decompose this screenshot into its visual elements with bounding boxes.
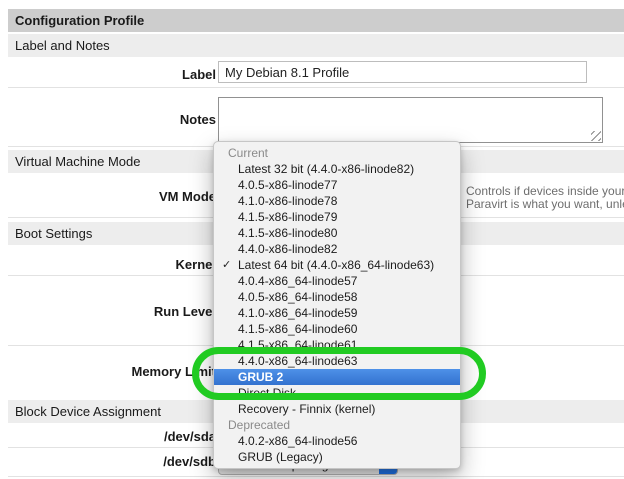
configuration-profile-page: { "header": { "title": "Configuration Pr… — [0, 0, 624, 479]
kernel-menu-item[interactable]: 4.1.5-x86-linode79 — [214, 209, 460, 225]
section-vm-mode-title: Virtual Machine Mode — [15, 154, 141, 169]
kernel-menu-item[interactable]: 4.1.0-x86-linode78 — [214, 193, 460, 209]
kernel-menu-item-label: 4.0.5-x86_64-linode58 — [238, 290, 357, 304]
label-field-label: Label — [0, 67, 216, 82]
kernel-menu-item-label: 4.1.5-x86-linode79 — [238, 210, 337, 224]
notes-textarea[interactable] — [218, 97, 603, 143]
kernel-menu-item[interactable]: 4.4.0-x86-linode82 — [214, 241, 460, 257]
kernel-menu-item[interactable]: Recovery - Finnix (kernel) — [214, 401, 460, 417]
kernel-menu-item[interactable]: GRUB 2 — [214, 369, 460, 385]
kernel-dropdown-menu: Current Latest 32 bit (4.4.0-x86-linode82… — [213, 141, 461, 469]
run-level-field-label: Run Level — [0, 304, 216, 319]
kernel-menu-item[interactable]: 4.1.5-x86-linode80 — [214, 225, 460, 241]
kernel-menu-item[interactable]: 4.1.0-x86_64-linode59 — [214, 305, 460, 321]
kernel-menu-item[interactable]: 4.0.4-x86_64-linode57 — [214, 273, 460, 289]
kernel-menu-item-label: 4.4.0-x86_64-linode63 — [238, 354, 357, 368]
kernel-menu-item[interactable]: ✓ Latest 64 bit (4.4.0-x86_64-linode63) — [214, 257, 460, 273]
vm-mode-help-line1: Controls if devices inside your — [466, 185, 624, 198]
kernel-menu-item[interactable]: 4.1.5-x86_64-linode60 — [214, 321, 460, 337]
kernel-menu-item-label: GRUB (Legacy) — [238, 450, 323, 464]
divider — [8, 87, 624, 88]
kernel-menu-item-label: Direct Disk — [238, 386, 296, 400]
kernel-menu-item[interactable]: 4.0.5-x86-linode77 — [214, 177, 460, 193]
section-block-device-assignment-title: Block Device Assignment — [15, 404, 161, 419]
kernel-menu-item[interactable]: 4.0.2-x86_64-linode56 — [214, 433, 460, 449]
kernel-menu-item[interactable]: 4.4.0-x86_64-linode63 — [214, 353, 460, 369]
dev-sdb-field-label: /dev/sdb — [0, 454, 216, 469]
resize-grip-icon[interactable] — [591, 131, 601, 141]
kernel-menu-item-label: Recovery - Finnix (kernel) — [238, 402, 375, 416]
kernel-menu-item-label: 4.1.5-x86-linode80 — [238, 226, 337, 240]
page-title-bar: Configuration Profile — [8, 9, 624, 32]
kernel-menu-item-label: 4.1.5-x86_64-linode61 — [238, 338, 357, 352]
vm-mode-help-text: Controls if devices inside your Paravirt… — [466, 185, 624, 210]
kernel-menu-item-label: 4.0.5-x86-linode77 — [238, 178, 337, 192]
kernel-menu-item[interactable]: Direct Disk — [214, 385, 460, 401]
kernel-field-label: Kernel — [0, 257, 216, 272]
kernel-menu-item[interactable]: 4.0.5-x86_64-linode58 — [214, 289, 460, 305]
kernel-menu-item-label: Latest 32 bit (4.4.0-x86-linode82) — [238, 162, 414, 176]
kernel-menu-item-label: 4.4.0-x86-linode82 — [238, 242, 337, 256]
kernel-menu-item-label: Current — [228, 146, 268, 160]
kernel-menu-item-label: 4.1.5-x86_64-linode60 — [238, 322, 357, 336]
kernel-menu-group-header: Deprecated — [214, 417, 460, 433]
kernel-menu-item-label: 4.0.4-x86_64-linode57 — [238, 274, 357, 288]
label-input[interactable]: My Debian 8.1 Profile — [218, 61, 587, 83]
section-label-and-notes: Label and Notes — [8, 34, 624, 57]
kernel-menu-item[interactable]: GRUB (Legacy) — [214, 449, 460, 465]
dev-sda-field-label: /dev/sda — [0, 429, 216, 444]
kernel-menu-item[interactable]: 4.1.5-x86_64-linode61 — [214, 337, 460, 353]
kernel-menu-item-label: Latest 64 bit (4.4.0-x86_64-linode63) — [238, 258, 434, 272]
section-label-and-notes-title: Label and Notes — [15, 38, 110, 53]
section-boot-settings-title: Boot Settings — [15, 226, 92, 241]
page-title: Configuration Profile — [15, 13, 144, 28]
divider — [8, 476, 624, 477]
kernel-menu-item-label: 4.1.0-x86_64-linode59 — [238, 306, 357, 320]
kernel-menu-item-label: 4.1.0-x86-linode78 — [238, 194, 337, 208]
kernel-menu-item[interactable]: Latest 32 bit (4.4.0-x86-linode82) — [214, 161, 460, 177]
kernel-menu-item-label: 4.0.2-x86_64-linode56 — [238, 434, 357, 448]
label-input-value: My Debian 8.1 Profile — [225, 65, 349, 80]
vm-mode-field-label: VM Mode — [0, 189, 216, 204]
memory-limit-field-label: Memory Limit — [0, 364, 216, 379]
kernel-menu-group-header: Current — [214, 145, 460, 161]
checkmark-icon: ✓ — [222, 257, 231, 273]
kernel-menu-item-label: Deprecated — [228, 418, 290, 432]
kernel-menu-item-label: GRUB 2 — [238, 370, 283, 384]
vm-mode-help-line2: Paravirt is what you want, unle — [466, 198, 624, 211]
notes-field-label: Notes — [0, 112, 216, 127]
